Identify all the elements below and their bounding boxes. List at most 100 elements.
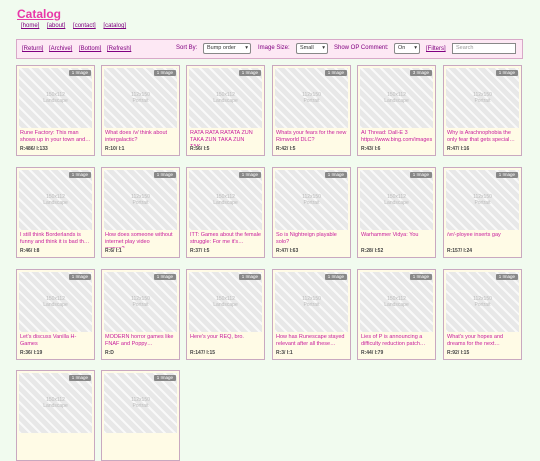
thread-card[interactable]: 1 Image 112x150 Portrait/vr/-ployee insert… xyxy=(443,167,522,258)
thread-card[interactable]: 1 Image 150x112 Landscape Rune Factory: Thi… xyxy=(16,65,95,156)
thread-thumbnail[interactable]: 1 Image 112x150 Portrait xyxy=(446,170,519,230)
thread-thumbnail[interactable]: 1 Image 112x150 Portrait xyxy=(104,68,177,128)
thread-thumbnail[interactable]: 1 Image 150x112 Landscape xyxy=(19,68,92,128)
thread-thumbnail[interactable]: 1 Image 112x150 Portrait xyxy=(275,68,348,128)
thread-thumbnail[interactable]: 1 Image 150x112 Landscape xyxy=(360,272,433,332)
image-count-badge: 1 Image xyxy=(495,274,518,280)
thread-title[interactable]: Rune Factory: This man shows up in your … xyxy=(20,130,91,146)
thread-thumbnail[interactable]: 1 Image 112x150 Portrait xyxy=(446,68,519,128)
image-size-select[interactable]: Small ▾ xyxy=(296,43,328,54)
thumbnail-orientation: Landscape xyxy=(43,200,68,206)
op-comment-select[interactable]: On ▾ xyxy=(394,43,420,54)
thread-title[interactable]: ITT: Games about the female struggle: Fo… xyxy=(190,232,261,248)
thread-thumbnail[interactable]: 1 Image 112x150 Portrait xyxy=(275,272,348,332)
thread-thumbnail[interactable]: 1 Image 112x150 Portrait xyxy=(104,272,177,332)
thread-thumbnail[interactable]: 3 Image 150x112 Landscape xyxy=(360,68,433,128)
thread-card[interactable]: 1 Image 112x150 Portrait Why is Arachnophob… xyxy=(443,65,522,156)
thread-thumbnail[interactable]: 1 Image 150x112 Landscape xyxy=(19,170,92,230)
nav-catalog-link[interactable]: [catalog] xyxy=(103,23,126,29)
thread-thumbnail[interactable]: 1 Image 150x112 Landscape xyxy=(19,272,92,332)
image-count-badge: 1 Image xyxy=(324,70,347,76)
thread-title[interactable]: AI Thread: Dall-E 3 https://www.bing.com… xyxy=(361,130,432,146)
thread-title[interactable]: What does /v/ think about intergalactic? xyxy=(105,130,176,146)
page-title[interactable]: Catalog xyxy=(17,7,61,21)
thread-card[interactable]: 1 Image 112x150 Portrait xyxy=(101,370,180,461)
thread-thumbnail[interactable]: 1 Image 150x112 Landscape xyxy=(189,170,262,230)
image-count-badge: 1 Image xyxy=(324,172,347,178)
thread-title[interactable]: I still think Borderlands is funny and t… xyxy=(20,232,91,248)
thread-title[interactable]: How has Runescape stayed relevant after … xyxy=(276,334,347,350)
image-count-badge: 1 Image xyxy=(238,172,261,178)
thread-title[interactable] xyxy=(105,435,176,451)
thread-title[interactable]: Lies of P is announcing a difficulty red… xyxy=(361,334,432,350)
thread-card[interactable]: 1 Image 112x150 Portrait Whats your fears f… xyxy=(272,65,351,156)
archive-link[interactable]: [Archive] xyxy=(49,46,72,52)
thread-thumbnail[interactable]: 1 Image 112x150 Portrait xyxy=(104,373,177,433)
thread-title[interactable]: Whats your fears for the new Rimworld DL… xyxy=(276,130,347,146)
image-count-badge: 1 Image xyxy=(238,70,261,76)
thread-title[interactable]: Here's your REQ, bro. xyxy=(190,334,261,350)
thread-card[interactable]: 1 Image 150x112 Landscape xyxy=(16,370,95,461)
thread-title[interactable]: How does someone without internet play v… xyxy=(105,232,176,248)
thread-card[interactable]: 1 Image 112x150 Portrait So is Nightreign p… xyxy=(272,167,351,258)
op-comment-select-value: On xyxy=(398,45,406,51)
thumbnail-orientation: Portrait xyxy=(474,200,491,206)
thumbnail-orientation: Portrait xyxy=(132,302,149,308)
thread-stats: R:157/ I:24 xyxy=(447,248,473,254)
thumbnail-placeholder-text: 150x112 Landscape xyxy=(19,194,92,206)
thread-title[interactable]: So is Nightreign playable solo? xyxy=(276,232,347,248)
thumbnail-orientation: Landscape xyxy=(43,98,68,104)
thread-card[interactable]: 1 Image 112x150 Portrait What does /v/ thin… xyxy=(101,65,180,156)
thumbnail-orientation: Portrait xyxy=(132,200,149,206)
thread-stats: R:28/ I:52 xyxy=(361,248,384,254)
thread-title[interactable]: RATA RATA RATATA ZUN TAKA ZUN TAKA ZUN T… xyxy=(190,130,261,146)
image-size-select-value: Small xyxy=(300,45,314,51)
thread-card[interactable]: 1 Image 150x112 Landscape RATA RATA RATATA … xyxy=(186,65,265,156)
thread-stats: R:56/ I:5 xyxy=(190,146,210,152)
thumbnail-orientation: Portrait xyxy=(303,200,320,206)
thread-thumbnail[interactable]: 1 Image 112x150 Portrait xyxy=(104,170,177,230)
thumbnail-placeholder-text: 112x150 Portrait xyxy=(104,194,177,206)
refresh-link[interactable]: [Refresh] xyxy=(107,46,131,52)
thread-card[interactable]: 1 Image 112x150 Portrait MODERN horror game… xyxy=(101,269,180,360)
thumbnail-placeholder-text: 112x150 Portrait xyxy=(104,397,177,409)
thumbnail-orientation: Landscape xyxy=(213,200,238,206)
filters-link[interactable]: [Filters] xyxy=(426,46,446,52)
thumbnail-placeholder-text: 150x112 Landscape xyxy=(360,296,433,308)
chevron-down-icon: ▾ xyxy=(245,45,248,51)
thread-card[interactable]: 1 Image 112x150 Portrait How has Runescape … xyxy=(272,269,351,360)
thread-title[interactable]: Let's discuss Vanilla H-Games xyxy=(20,334,91,350)
thread-title[interactable]: Why is Arachnophobia the only fear that … xyxy=(447,130,518,146)
thread-title[interactable]: What's your hopes and dreams for the nex… xyxy=(447,334,518,350)
thread-card[interactable]: 1 Image 150x112 Landscape Warhammer Vidya: … xyxy=(357,167,436,258)
thread-card[interactable]: 1 Image 112x150 Portrait How does someone w… xyxy=(101,167,180,258)
thread-card[interactable]: 1 Image 150x112 Landscape Let's discuss Van… xyxy=(16,269,95,360)
thread-card[interactable]: 1 Image 112x150 Portrait What's your hopes … xyxy=(443,269,522,360)
image-count-badge: 1 Image xyxy=(324,274,347,280)
nav-home-link[interactable]: [home] xyxy=(21,23,39,29)
thread-card[interactable]: 1 Image 150x112 Landscape Lies of P is anno… xyxy=(357,269,436,360)
thread-title[interactable]: /vr/-ployee inserts gay xyxy=(447,232,518,248)
bottom-link[interactable]: [Bottom] xyxy=(79,46,101,52)
thread-card[interactable]: 3 Image 150x112 Landscape AI Thread: Dall-E… xyxy=(357,65,436,156)
thread-title[interactable] xyxy=(20,435,91,451)
thread-thumbnail[interactable]: 1 Image 150x112 Landscape xyxy=(189,68,262,128)
thread-card[interactable]: 1 Image 150x112 Landscape I still think Bor… xyxy=(16,167,95,258)
thumbnail-placeholder-text: 112x150 Portrait xyxy=(275,194,348,206)
thread-thumbnail[interactable]: 1 Image 112x150 Portrait xyxy=(275,170,348,230)
thread-card[interactable]: 1 Image 150x112 Landscape Here's your REQ, … xyxy=(186,269,265,360)
nav-about-link[interactable]: [about] xyxy=(47,23,65,29)
thread-thumbnail[interactable]: 1 Image 112x150 Portrait xyxy=(446,272,519,332)
sort-select-value: Bump order xyxy=(207,45,236,51)
thread-title[interactable]: Warhammer Vidya: You xyxy=(361,232,432,248)
thread-title[interactable]: MODERN horror games like FNAF and Poppy… xyxy=(105,334,176,350)
chevron-down-icon: ▾ xyxy=(414,45,417,51)
thread-thumbnail[interactable]: 1 Image 150x112 Landscape xyxy=(189,272,262,332)
thread-card[interactable]: 1 Image 150x112 Landscape ITT: Games about … xyxy=(186,167,265,258)
return-link[interactable]: [Return] xyxy=(22,46,43,52)
thread-thumbnail[interactable]: 1 Image 150x112 Landscape xyxy=(19,373,92,433)
nav-contact-link[interactable]: [contact] xyxy=(73,23,96,29)
search-input[interactable]: Search xyxy=(452,43,516,54)
sort-select[interactable]: Bump order ▾ xyxy=(203,43,251,54)
thread-thumbnail[interactable]: 1 Image 150x112 Landscape xyxy=(360,170,433,230)
